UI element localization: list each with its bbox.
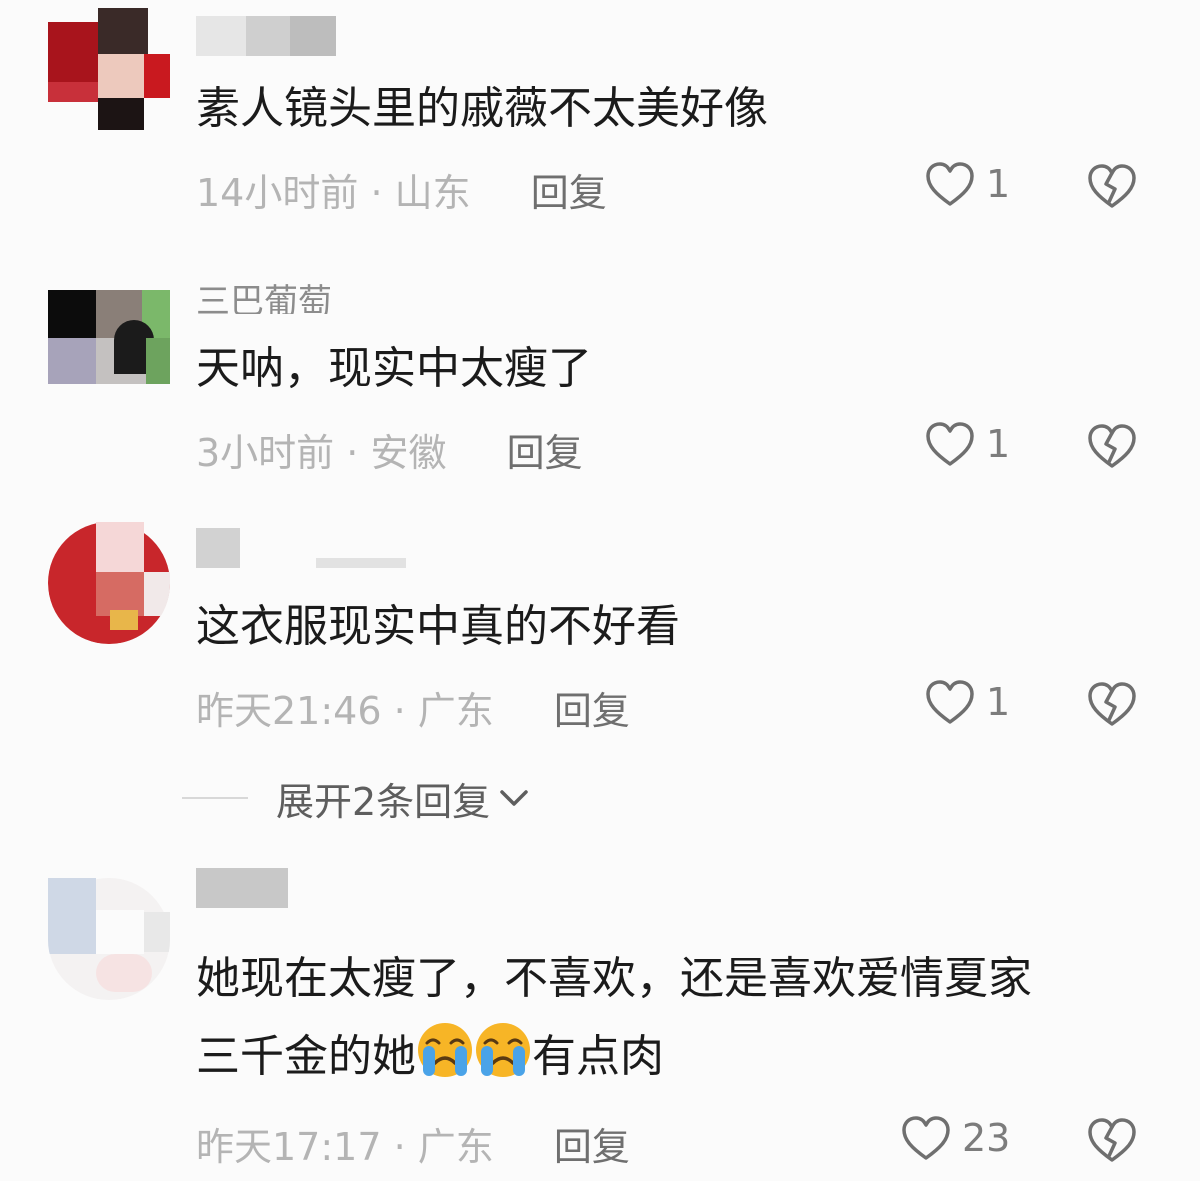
like-button[interactable]: 1	[924, 420, 1010, 468]
location: 山东	[394, 171, 471, 215]
avatar[interactable]	[48, 8, 170, 130]
heart-outline-icon	[926, 162, 974, 206]
like-button[interactable]: 1	[924, 678, 1010, 726]
reply-button[interactable]: 回复	[531, 171, 607, 215]
heart-outline-icon	[902, 1116, 950, 1160]
meta-separator: ·	[346, 431, 359, 475]
avatar[interactable]	[48, 290, 170, 384]
heart-outline-icon	[926, 680, 974, 724]
comment-meta: 14小时前 · 山东 回复	[196, 162, 607, 217]
username-masked[interactable]	[196, 528, 406, 568]
comment-text: 天呐，现实中太瘦了	[196, 343, 592, 394]
avatar[interactable]	[48, 522, 170, 644]
reply-button[interactable]: 回复	[554, 1125, 630, 1169]
expand-replies-button[interactable]: 展开2条回复	[182, 770, 532, 826]
comment-meta: 昨天21:46 · 广东 回复	[196, 680, 630, 735]
heart-outline-icon	[926, 422, 974, 466]
timestamp: 昨天21:46	[196, 689, 382, 733]
comment-text: 这衣服现实中真的不好看	[196, 601, 680, 652]
username-masked[interactable]	[196, 16, 336, 56]
reply-button[interactable]: 回复	[554, 689, 630, 733]
comment-text: 她现在太瘦了，不喜欢，还是喜欢爱情夏家 三千金的她 有点肉	[196, 940, 1156, 1096]
comment-text-line-1: 她现在太瘦了，不喜欢，还是喜欢爱情夏家	[196, 953, 1032, 1004]
comment-text-part: 有点肉	[532, 1031, 664, 1082]
timestamp: 3小时前	[196, 431, 335, 475]
broken-heart-icon[interactable]	[1086, 1116, 1138, 1164]
timestamp: 昨天17:17	[196, 1125, 382, 1169]
like-count: 23	[962, 1116, 1011, 1160]
comment-meta: 昨天17:17 · 广东 回复	[196, 1116, 630, 1171]
like-count: 1	[986, 162, 1011, 206]
broken-heart-icon[interactable]	[1086, 162, 1138, 210]
reply-button[interactable]: 回复	[507, 431, 583, 475]
location: 安徽	[370, 431, 447, 475]
username[interactable]: 三巴葡萄	[196, 274, 332, 314]
comment-text: 素人镜头里的戚薇不太美好像	[196, 83, 768, 134]
like-button[interactable]: 23	[900, 1114, 1010, 1162]
like-button[interactable]: 1	[924, 160, 1010, 208]
crying-face-emoji	[418, 1023, 472, 1077]
meta-separator: ·	[393, 1125, 406, 1169]
comment-meta: 3小时前 · 安徽 回复	[196, 422, 583, 477]
location: 广东	[417, 689, 494, 733]
broken-heart-icon[interactable]	[1086, 680, 1138, 728]
expand-replies-label: 展开2条回复	[276, 779, 491, 824]
avatar[interactable]	[48, 878, 170, 1000]
like-count: 1	[986, 680, 1011, 724]
broken-heart-icon[interactable]	[1086, 422, 1138, 470]
comment-text-line-2: 三千金的她 有点肉	[196, 1018, 1156, 1096]
chevron-down-icon	[500, 790, 528, 806]
timestamp: 14小时前	[196, 171, 359, 215]
like-count: 1	[986, 422, 1011, 466]
meta-separator: ·	[370, 171, 383, 215]
location: 广东	[417, 1125, 494, 1169]
divider-line	[182, 797, 248, 799]
username-masked[interactable]	[196, 868, 288, 908]
meta-separator: ·	[393, 689, 406, 733]
comment-text-part: 三千金的她	[196, 1031, 416, 1082]
crying-face-emoji	[476, 1023, 530, 1077]
